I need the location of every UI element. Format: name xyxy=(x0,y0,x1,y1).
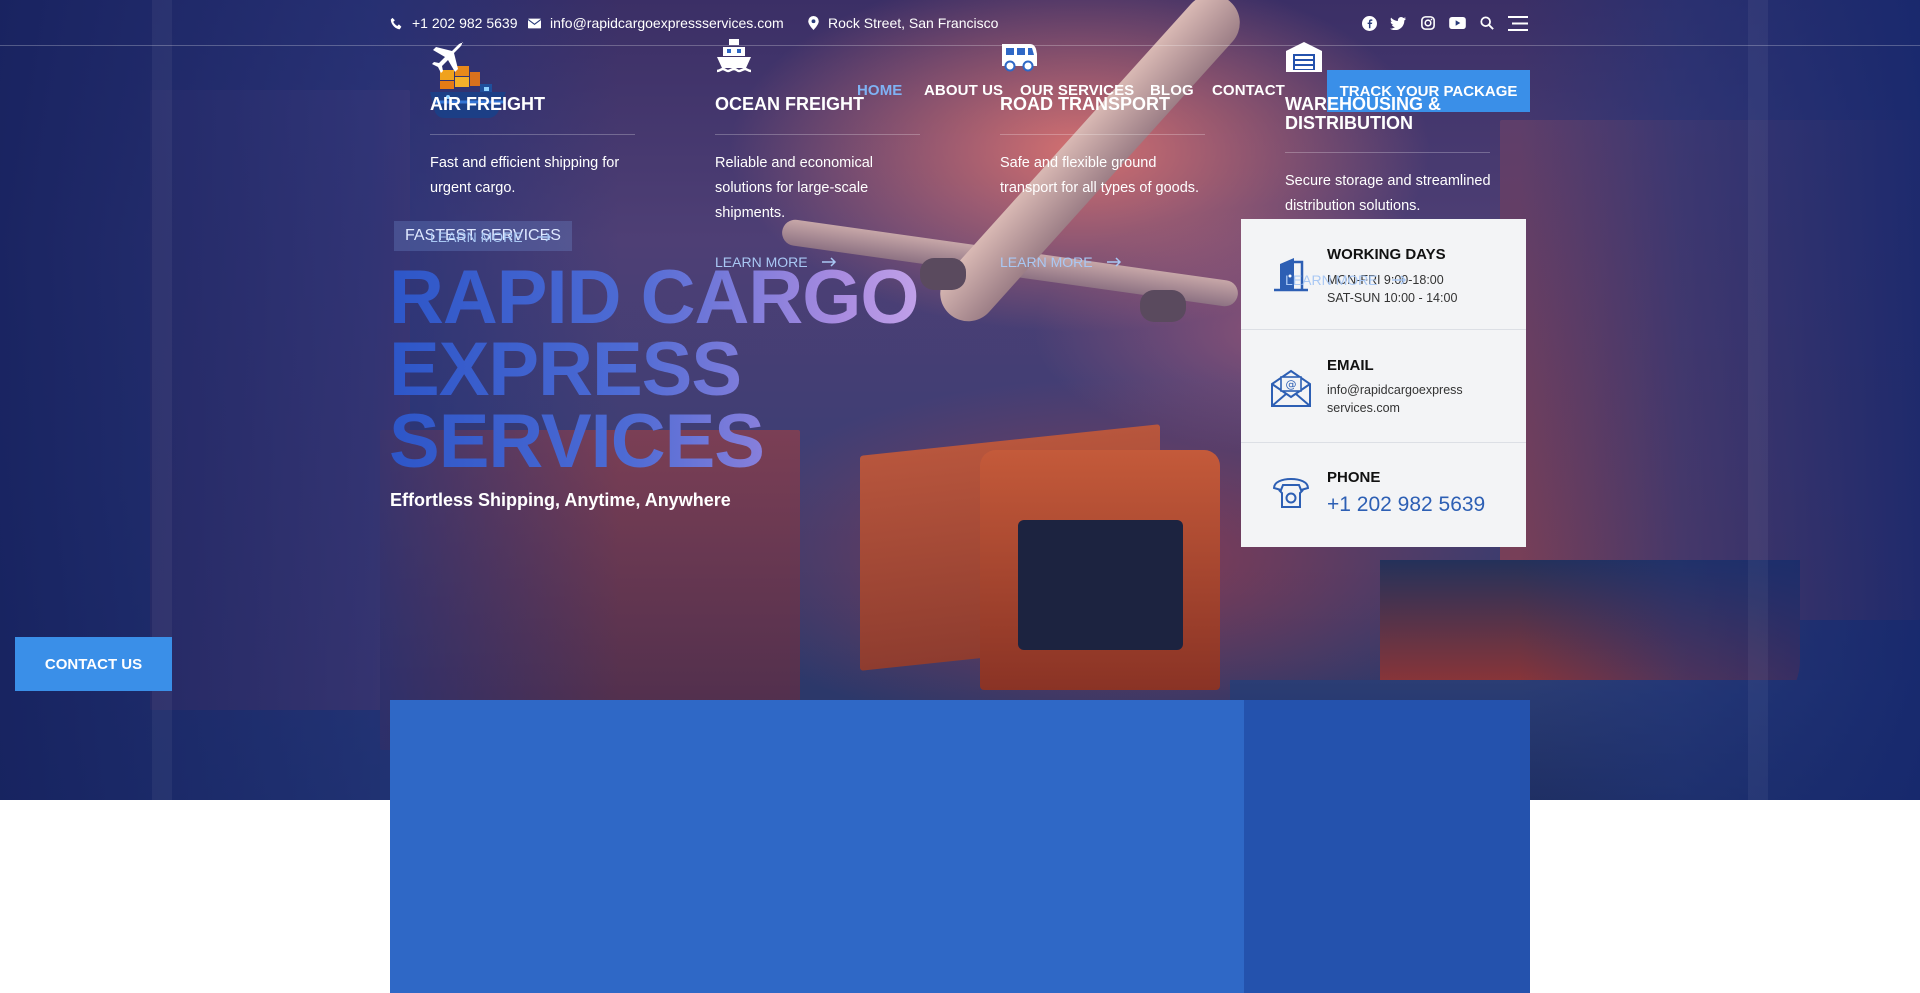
telephone-icon xyxy=(1269,471,1313,515)
service-ocean-freight: OCEAN FREIGHT Reliable and economical so… xyxy=(675,0,960,293)
learn-more-label: LEARN MORE xyxy=(430,229,523,245)
contact-us-button[interactable]: CONTACT US xyxy=(15,637,172,691)
arrow-right-icon xyxy=(1391,275,1406,285)
service-description: Safe and flexible ground transport for a… xyxy=(1000,155,1200,196)
plane-icon xyxy=(430,40,468,74)
info-email[interactable]: @ EMAIL info@rapidcargoexpress services.… xyxy=(1241,330,1526,443)
learn-more-link[interactable]: LEARN MORE xyxy=(1000,254,1122,270)
panel-edge xyxy=(1748,0,1768,800)
hero-title-line: EXPRESS xyxy=(389,327,742,412)
ship-icon xyxy=(715,39,753,74)
hero-shade-right xyxy=(1520,0,1920,800)
svg-text:@: @ xyxy=(1286,378,1297,391)
service-description: Reliable and economical solutions for la… xyxy=(715,155,873,221)
info-phone[interactable]: PHONE +1 202 982 5639 xyxy=(1241,443,1526,547)
learn-more-label: LEARN MORE xyxy=(1000,254,1093,270)
learn-more-label: LEARN MORE xyxy=(1285,272,1378,288)
service-divider xyxy=(430,134,635,135)
service-title: ROAD TRANSPORT xyxy=(1000,94,1170,114)
services-band-highlight xyxy=(1244,700,1530,993)
service-divider xyxy=(1000,134,1205,135)
hero-subtitle: Effortless Shipping, Anytime, Anywhere xyxy=(390,490,731,510)
service-title: AIR FREIGHT xyxy=(430,94,545,114)
learn-more-link[interactable]: LEARN MORE xyxy=(715,254,837,270)
service-road-transport: ROAD TRANSPORT Safe and flexible ground … xyxy=(960,0,1245,293)
service-air-freight: AIR FREIGHT Fast and efficient shipping … xyxy=(390,0,675,293)
learn-more-link[interactable]: LEARN MORE xyxy=(430,229,552,245)
service-divider xyxy=(715,134,920,135)
service-title: OCEAN FREIGHT xyxy=(715,94,865,114)
arrow-right-icon xyxy=(536,232,551,242)
info-email-line: info@rapidcargoexpress xyxy=(1327,383,1463,397)
info-phone-title: PHONE xyxy=(1327,469,1381,486)
plane-engine xyxy=(1140,290,1186,322)
truck-icon xyxy=(1000,40,1038,74)
arrow-right-icon xyxy=(1106,257,1121,267)
learn-more-link[interactable]: LEARN MORE xyxy=(1285,272,1407,288)
service-description: Fast and efficient shipping for urgent c… xyxy=(430,155,620,196)
info-phone-number[interactable]: +1 202 982 5639 xyxy=(1327,493,1485,517)
hero-title-line: SERVICES xyxy=(389,399,764,484)
envelope-at-icon: @ xyxy=(1269,366,1313,410)
arrow-right-icon xyxy=(821,257,836,267)
service-divider xyxy=(1285,152,1490,153)
service-title: WAREHOUSING & DISTRIBUTION xyxy=(1285,94,1442,133)
info-email-title: EMAIL xyxy=(1327,357,1374,374)
learn-more-label: LEARN MORE xyxy=(715,254,808,270)
info-email-line: services.com xyxy=(1327,401,1400,415)
hero-title: RAPID CARGO EXPRESS SERVICES xyxy=(389,262,989,478)
truck-grill xyxy=(1018,520,1183,650)
warehouse-icon xyxy=(1285,40,1323,74)
service-description: Secure storage and streamlined distribut… xyxy=(1285,173,1491,214)
service-warehousing: WAREHOUSING & DISTRIBUTION Secure storag… xyxy=(1245,0,1530,293)
